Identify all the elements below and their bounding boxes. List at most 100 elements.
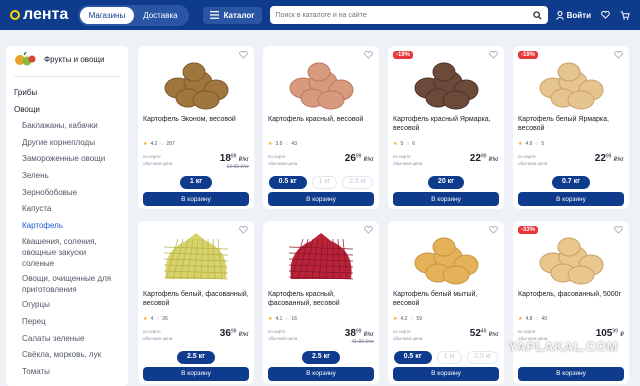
weight-option[interactable]: 0.5 кг: [393, 350, 432, 364]
price-block: по карте обычная цена 2299 ₽/кг: [518, 153, 624, 173]
product-rating: ★ 3.9 ◌ 43: [268, 141, 297, 147]
product-price: 2699 ₽/кг: [344, 153, 374, 164]
weight-option[interactable]: 20 кг: [427, 176, 465, 189]
favorite-heart-icon[interactable]: [239, 51, 248, 59]
reviews-icon: ◌: [285, 315, 289, 322]
weight-option[interactable]: 2.5 кг: [301, 350, 341, 364]
sidebar-item[interactable]: Картофель: [14, 218, 120, 235]
tab-stores[interactable]: Магазины: [79, 6, 135, 24]
add-to-cart-button[interactable]: В корзину: [518, 192, 624, 206]
sidebar-item[interactable]: Баклажаны, кабачки: [14, 118, 120, 135]
fruits-vegetables-icon: [15, 52, 36, 66]
price-block: по карте обычная цена 5249 ₽/кг: [393, 328, 499, 348]
sidebar-item[interactable]: Грибы: [14, 85, 120, 102]
add-to-cart-button[interactable]: В корзину: [393, 192, 499, 206]
product-image[interactable]: [143, 226, 249, 286]
product-price: 1899 ₽/кг 19 99 ₽/кг: [219, 153, 249, 170]
product-grid: Картофель Эконом, весовой ★ 4.2 ◌ 287 по карт…: [136, 46, 629, 386]
product-name[interactable]: Картофель, фасованный, 5000г: [518, 290, 624, 308]
product-name[interactable]: Картофель белый Ярмарка, весовой: [518, 115, 624, 133]
price-block: по карте обычная цена 3899 ₽/кг 41 99 ₽/кг: [268, 328, 374, 348]
logo-mark-icon: [10, 10, 20, 20]
favorite-heart-icon[interactable]: [364, 225, 373, 234]
category-list: Грибы Овощи Баклажаны, кабачки Другие корне…: [14, 85, 120, 380]
product-name[interactable]: Картофель красный, фасованный, весовой: [268, 290, 374, 308]
add-to-cart-button[interactable]: В корзину: [143, 192, 249, 206]
product-card[interactable]: Картофель красный, весовой ★ 3.9 ◌ 43 по карт…: [263, 46, 379, 209]
price-block: по карте обычная цена 2299 ₽/кг: [393, 153, 499, 173]
weight-options: 2.5 кг: [268, 350, 374, 364]
product-rating: ★ 4.2 ◌ 287: [143, 141, 175, 147]
card-price-label: по карте: [143, 328, 161, 334]
product-card[interactable]: Картофель белый мытый, весовой ★ 4.2 ◌ 59 по …: [388, 220, 504, 384]
product-image[interactable]: [268, 51, 374, 111]
reviews-icon: ◌: [156, 315, 160, 322]
weight-option[interactable]: 2.5 кг: [467, 350, 499, 364]
product-name[interactable]: Картофель Эконом, весовой: [143, 115, 249, 133]
sidebar-item[interactable]: Капуста: [14, 201, 120, 218]
logo-text: лента: [23, 6, 69, 23]
add-to-cart-button[interactable]: В корзину: [268, 192, 374, 206]
product-card[interactable]: -33% Картофель, фасованный, 5000г ★ 4.8 ◌ 40 п…: [513, 220, 629, 384]
product-image[interactable]: [268, 226, 374, 286]
weight-options: 0.5 кг 1 кг 2.5 кг: [268, 176, 374, 189]
sidebar-item[interactable]: Свёкла, морковь, лук: [14, 347, 120, 364]
product-name[interactable]: Картофель красный Ярмарка, весовой: [393, 115, 499, 133]
product-price: 3699 ₽/кг: [219, 327, 249, 339]
sidebar-item[interactable]: Овощи, очищенные для приготовления: [14, 271, 120, 297]
sidebar-item[interactable]: Салаты зеленые: [14, 331, 120, 348]
product-price: 2299 ₽/кг: [469, 153, 499, 164]
product-image[interactable]: [518, 51, 624, 111]
weight-option[interactable]: 2.5 кг: [342, 176, 374, 189]
product-name[interactable]: Картофель белый, фасованный, весовой: [143, 290, 249, 308]
product-card[interactable]: Картофель красный, фасованный, весовой ★ 4…: [263, 220, 379, 384]
favorite-heart-icon[interactable]: [239, 225, 248, 234]
sidebar-item[interactable]: Квашения, соления, овощные закуски солен…: [14, 234, 120, 271]
sidebar-item[interactable]: Огурцы: [14, 297, 120, 314]
old-price: 41 99 ₽/кг: [351, 338, 374, 345]
product-name[interactable]: Картофель красный, весовой: [268, 115, 374, 133]
weight-option[interactable]: 1 кг: [311, 176, 338, 189]
favorite-heart-icon[interactable]: [614, 225, 623, 234]
category-title: Фрукты и овощи: [44, 54, 105, 64]
sidebar-item[interactable]: Зернобобовые: [14, 185, 120, 202]
sidebar-item[interactable]: Другие корнеплоды: [14, 135, 120, 152]
catalog-button[interactable]: Каталог: [202, 6, 262, 24]
weight-option[interactable]: 0.7 кг: [551, 176, 591, 189]
card-price-label: по карте: [268, 328, 286, 334]
lenta-logo[interactable]: лента: [10, 6, 70, 24]
weight-option[interactable]: 1 кг: [436, 350, 463, 364]
sidebar-item[interactable]: Зелень: [14, 168, 120, 185]
weight-options: 2.5 кг: [143, 350, 249, 364]
heart-icon[interactable]: [601, 11, 610, 19]
favorite-heart-icon[interactable]: [489, 225, 498, 234]
login-button[interactable]: Войти: [555, 10, 591, 20]
weight-option[interactable]: 0.5 кг: [268, 176, 307, 189]
cart-icon[interactable]: [620, 10, 630, 20]
search-icon[interactable]: [532, 10, 542, 20]
sidebar-item[interactable]: Замороженные овощи: [14, 151, 120, 168]
favorite-heart-icon[interactable]: [489, 51, 498, 59]
product-image[interactable]: [518, 226, 624, 286]
favorite-heart-icon[interactable]: [364, 51, 373, 59]
product-image[interactable]: [143, 51, 249, 111]
category-header[interactable]: Фрукты и овощи: [14, 52, 120, 77]
product-image[interactable]: [393, 226, 499, 286]
product-image[interactable]: [393, 51, 499, 111]
product-name[interactable]: Картофель белый мытый, весовой: [393, 290, 499, 308]
mode-switch: Магазины Доставка: [77, 4, 189, 26]
product-card[interactable]: -19% Картофель красный Ярмарка, весовой ★ 5…: [388, 46, 504, 209]
product-card[interactable]: Картофель белый, фасованный, весовой ★ 4 ◌ 2…: [138, 220, 254, 384]
favorite-heart-icon[interactable]: [614, 51, 623, 59]
sidebar-item[interactable]: Овощи: [14, 102, 120, 119]
product-card[interactable]: Картофель Эконом, весовой ★ 4.2 ◌ 287 по карт…: [138, 46, 254, 209]
star-icon: ★: [268, 141, 273, 147]
search-input[interactable]: [275, 11, 516, 19]
product-card[interactable]: -19% Картофель белый Ярмарка, весовой ★ 4.9…: [513, 46, 629, 209]
sidebar-item[interactable]: Томаты: [14, 364, 120, 381]
product-rating: ★ 4.9 ◌ 5: [518, 141, 545, 147]
tab-delivery[interactable]: Доставка: [134, 7, 186, 24]
weight-option[interactable]: 1 кг: [179, 176, 213, 189]
sidebar-item[interactable]: Перец: [14, 314, 120, 331]
weight-option[interactable]: 2.5 кг: [176, 350, 216, 364]
